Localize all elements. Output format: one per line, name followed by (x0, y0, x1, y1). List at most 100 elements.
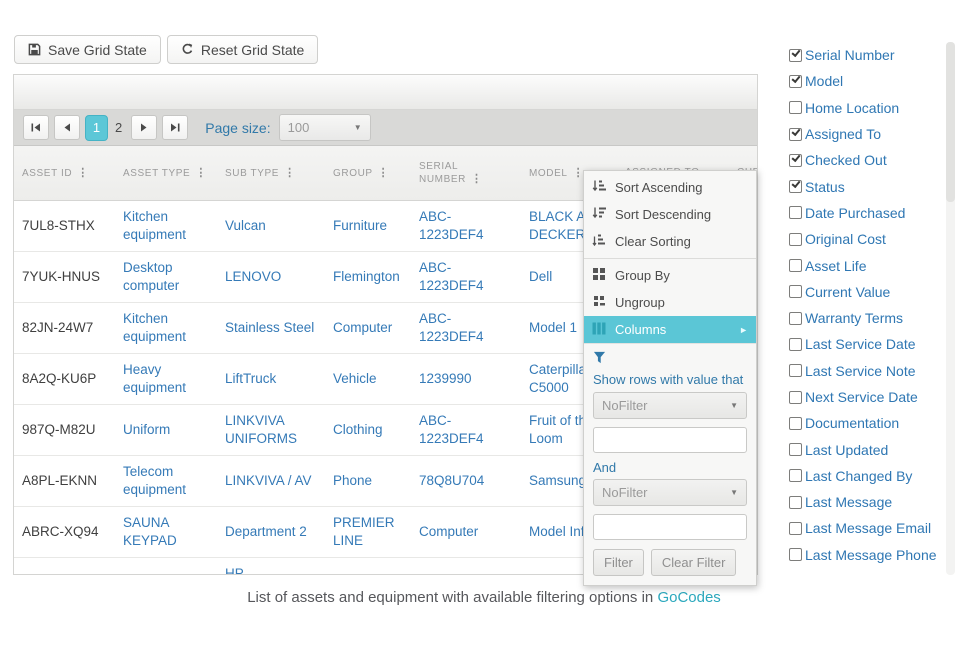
column-toggle-original-cost[interactable]: Original Cost (789, 226, 939, 252)
cell-asset-id: 7YUK-HNUS (14, 251, 115, 302)
checkbox-checked-icon[interactable] (789, 75, 802, 88)
save-grid-state-button[interactable]: Save Grid State (14, 35, 161, 64)
checkbox-checked-icon[interactable] (789, 180, 802, 193)
cell-asset-id: AKTM-N3BL (14, 557, 115, 575)
sort-ascending-icon (592, 179, 606, 196)
column-header-sub-type[interactable]: SUB TYPE⋮ (217, 146, 325, 200)
previous-page-button[interactable] (54, 115, 80, 140)
caption-text: List of assets and equipment with availa… (247, 589, 657, 606)
page-button-current[interactable]: 1 (85, 115, 108, 141)
filter-clear-button[interactable]: Clear Filter (651, 549, 737, 576)
cell-asset-type: SAUNA KEYPAD (115, 506, 217, 557)
filter-and-label: And (593, 460, 747, 475)
reset-grid-state-button[interactable]: Reset Grid State (167, 35, 319, 64)
checkbox-unchecked-icon[interactable] (789, 101, 802, 114)
column-toggle-last-changed-by[interactable]: Last Changed By (789, 463, 939, 489)
menu-item-clear-sorting[interactable]: Clear Sorting (584, 228, 756, 255)
checkbox-unchecked-icon[interactable] (789, 391, 802, 404)
column-toggle-asset-life[interactable]: Asset Life (789, 252, 939, 278)
group-by-icon (592, 267, 606, 284)
cell-asset-id: ABRC-XQ94 (14, 506, 115, 557)
last-page-button[interactable] (162, 115, 188, 140)
checkbox-unchecked-icon[interactable] (789, 364, 802, 377)
menu-item-group-by[interactable]: Group By (584, 262, 756, 289)
column-header-asset-id[interactable]: ASSET ID⋮ (14, 146, 115, 200)
columns-icon (592, 322, 606, 338)
checkbox-checked-icon[interactable] (789, 154, 802, 167)
column-header-label: SERIAL NUMBER (419, 161, 466, 185)
checkbox-unchecked-icon[interactable] (789, 312, 802, 325)
checkbox-unchecked-icon[interactable] (789, 338, 802, 351)
menu-item-sort-descending[interactable]: Sort Descending (584, 201, 756, 228)
column-menu-icon[interactable]: ⋮ (284, 167, 296, 179)
column-toggle-serial-number[interactable]: Serial Number (789, 42, 939, 68)
checkbox-unchecked-icon[interactable] (789, 206, 802, 219)
column-toggle-label: Warranty Terms (805, 310, 903, 326)
cell-sub-type: HP Scanner/Copier /Printer (217, 557, 325, 575)
pagination-bar: 1 2 Page size: 100 ▼ (14, 110, 757, 146)
checkbox-unchecked-icon[interactable] (789, 548, 802, 561)
first-page-button[interactable] (23, 115, 49, 140)
checkbox-unchecked-icon[interactable] (789, 233, 802, 246)
column-toggle-last-message-phone[interactable]: Last Message Phone (789, 542, 939, 568)
menu-item-columns[interactable]: Columns► (584, 316, 756, 343)
filter-apply-button[interactable]: Filter (593, 549, 644, 576)
column-toggle-last-updated[interactable]: Last Updated (789, 436, 939, 462)
column-toggle-label: Last Service Date (805, 336, 916, 352)
checkbox-unchecked-icon[interactable] (789, 496, 802, 509)
column-menu-icon[interactable]: ⋮ (471, 173, 483, 185)
column-header-group[interactable]: GROUP⋮ (325, 146, 411, 200)
column-toggle-checked-out[interactable]: Checked Out (789, 147, 939, 173)
column-toggle-documentation[interactable]: Documentation (789, 410, 939, 436)
column-toggle-next-service-date[interactable]: Next Service Date (789, 384, 939, 410)
cell-group: Computer (325, 302, 411, 353)
column-toggle-last-service-note[interactable]: Last Service Note (789, 358, 939, 384)
menu-item-ungroup[interactable]: Ungroup (584, 289, 756, 316)
filter-operator-select-2[interactable]: NoFilter ▼ (593, 479, 747, 506)
menu-item-sort-ascending[interactable]: Sort Ascending (584, 174, 756, 201)
cell-sub-type: Vulcan (217, 200, 325, 251)
checkbox-unchecked-icon[interactable] (789, 469, 802, 482)
column-toggle-model[interactable]: Model (789, 68, 939, 94)
cell-asset-id: 82JN-24W7 (14, 302, 115, 353)
column-menu-icon[interactable]: ⋮ (195, 167, 207, 179)
column-toggle-label: Serial Number (805, 47, 894, 63)
checkbox-unchecked-icon[interactable] (789, 522, 802, 535)
next-page-button[interactable] (131, 115, 157, 140)
column-toggle-partial[interactable] (789, 568, 939, 575)
cell-sub-type: LiftTruck (217, 353, 325, 404)
page-button-2[interactable]: 2 (115, 120, 122, 135)
scrollbar-thumb[interactable] (946, 42, 955, 202)
cell-asset-type: Desktop computer (115, 251, 217, 302)
checkbox-unchecked-icon[interactable] (789, 443, 802, 456)
column-toggle-assigned-to[interactable]: Assigned To (789, 121, 939, 147)
gocodes-link[interactable]: GoCodes (657, 589, 720, 606)
column-toggle-status[interactable]: Status (789, 173, 939, 199)
column-header-serial-number[interactable]: SERIAL NUMBER ⋮ (411, 146, 521, 200)
column-toggle-last-message[interactable]: Last Message (789, 489, 939, 515)
column-menu-icon[interactable]: ⋮ (378, 167, 390, 179)
column-toggle-last-service-date[interactable]: Last Service Date (789, 331, 939, 357)
filter-value-input-1[interactable] (593, 427, 747, 453)
column-menu-icon[interactable]: ⋮ (77, 167, 89, 179)
column-toggle-label: Assigned To (805, 126, 881, 142)
cell-serial-number: ABC-1223DEF4 (411, 404, 521, 455)
checkbox-checked-icon[interactable] (789, 49, 802, 62)
column-header-asset-type[interactable]: ASSET TYPE⋮ (115, 146, 217, 200)
checkbox-unchecked-icon[interactable] (789, 285, 802, 298)
menu-item-label: Columns (615, 322, 666, 337)
column-toggle-warranty-terms[interactable]: Warranty Terms (789, 305, 939, 331)
checkbox-unchecked-icon[interactable] (789, 259, 802, 272)
chevron-down-icon: ▼ (730, 401, 738, 410)
checkbox-checked-icon[interactable] (789, 128, 802, 141)
sidebar-scrollbar[interactable] (946, 42, 955, 575)
column-toggle-date-purchased[interactable]: Date Purchased (789, 200, 939, 226)
column-toggle-current-value[interactable]: Current Value (789, 279, 939, 305)
checkbox-unchecked-icon[interactable] (789, 417, 802, 430)
filter-operator-select-1[interactable]: NoFilter ▼ (593, 392, 747, 419)
page-size-select[interactable]: 100 ▼ (279, 114, 371, 141)
column-toggle-last-message-email[interactable]: Last Message Email (789, 515, 939, 541)
cell-serial-number: ABC-1223DEF4 (411, 251, 521, 302)
filter-value-input-2[interactable] (593, 514, 747, 540)
column-toggle-home-location[interactable]: Home Location (789, 95, 939, 121)
